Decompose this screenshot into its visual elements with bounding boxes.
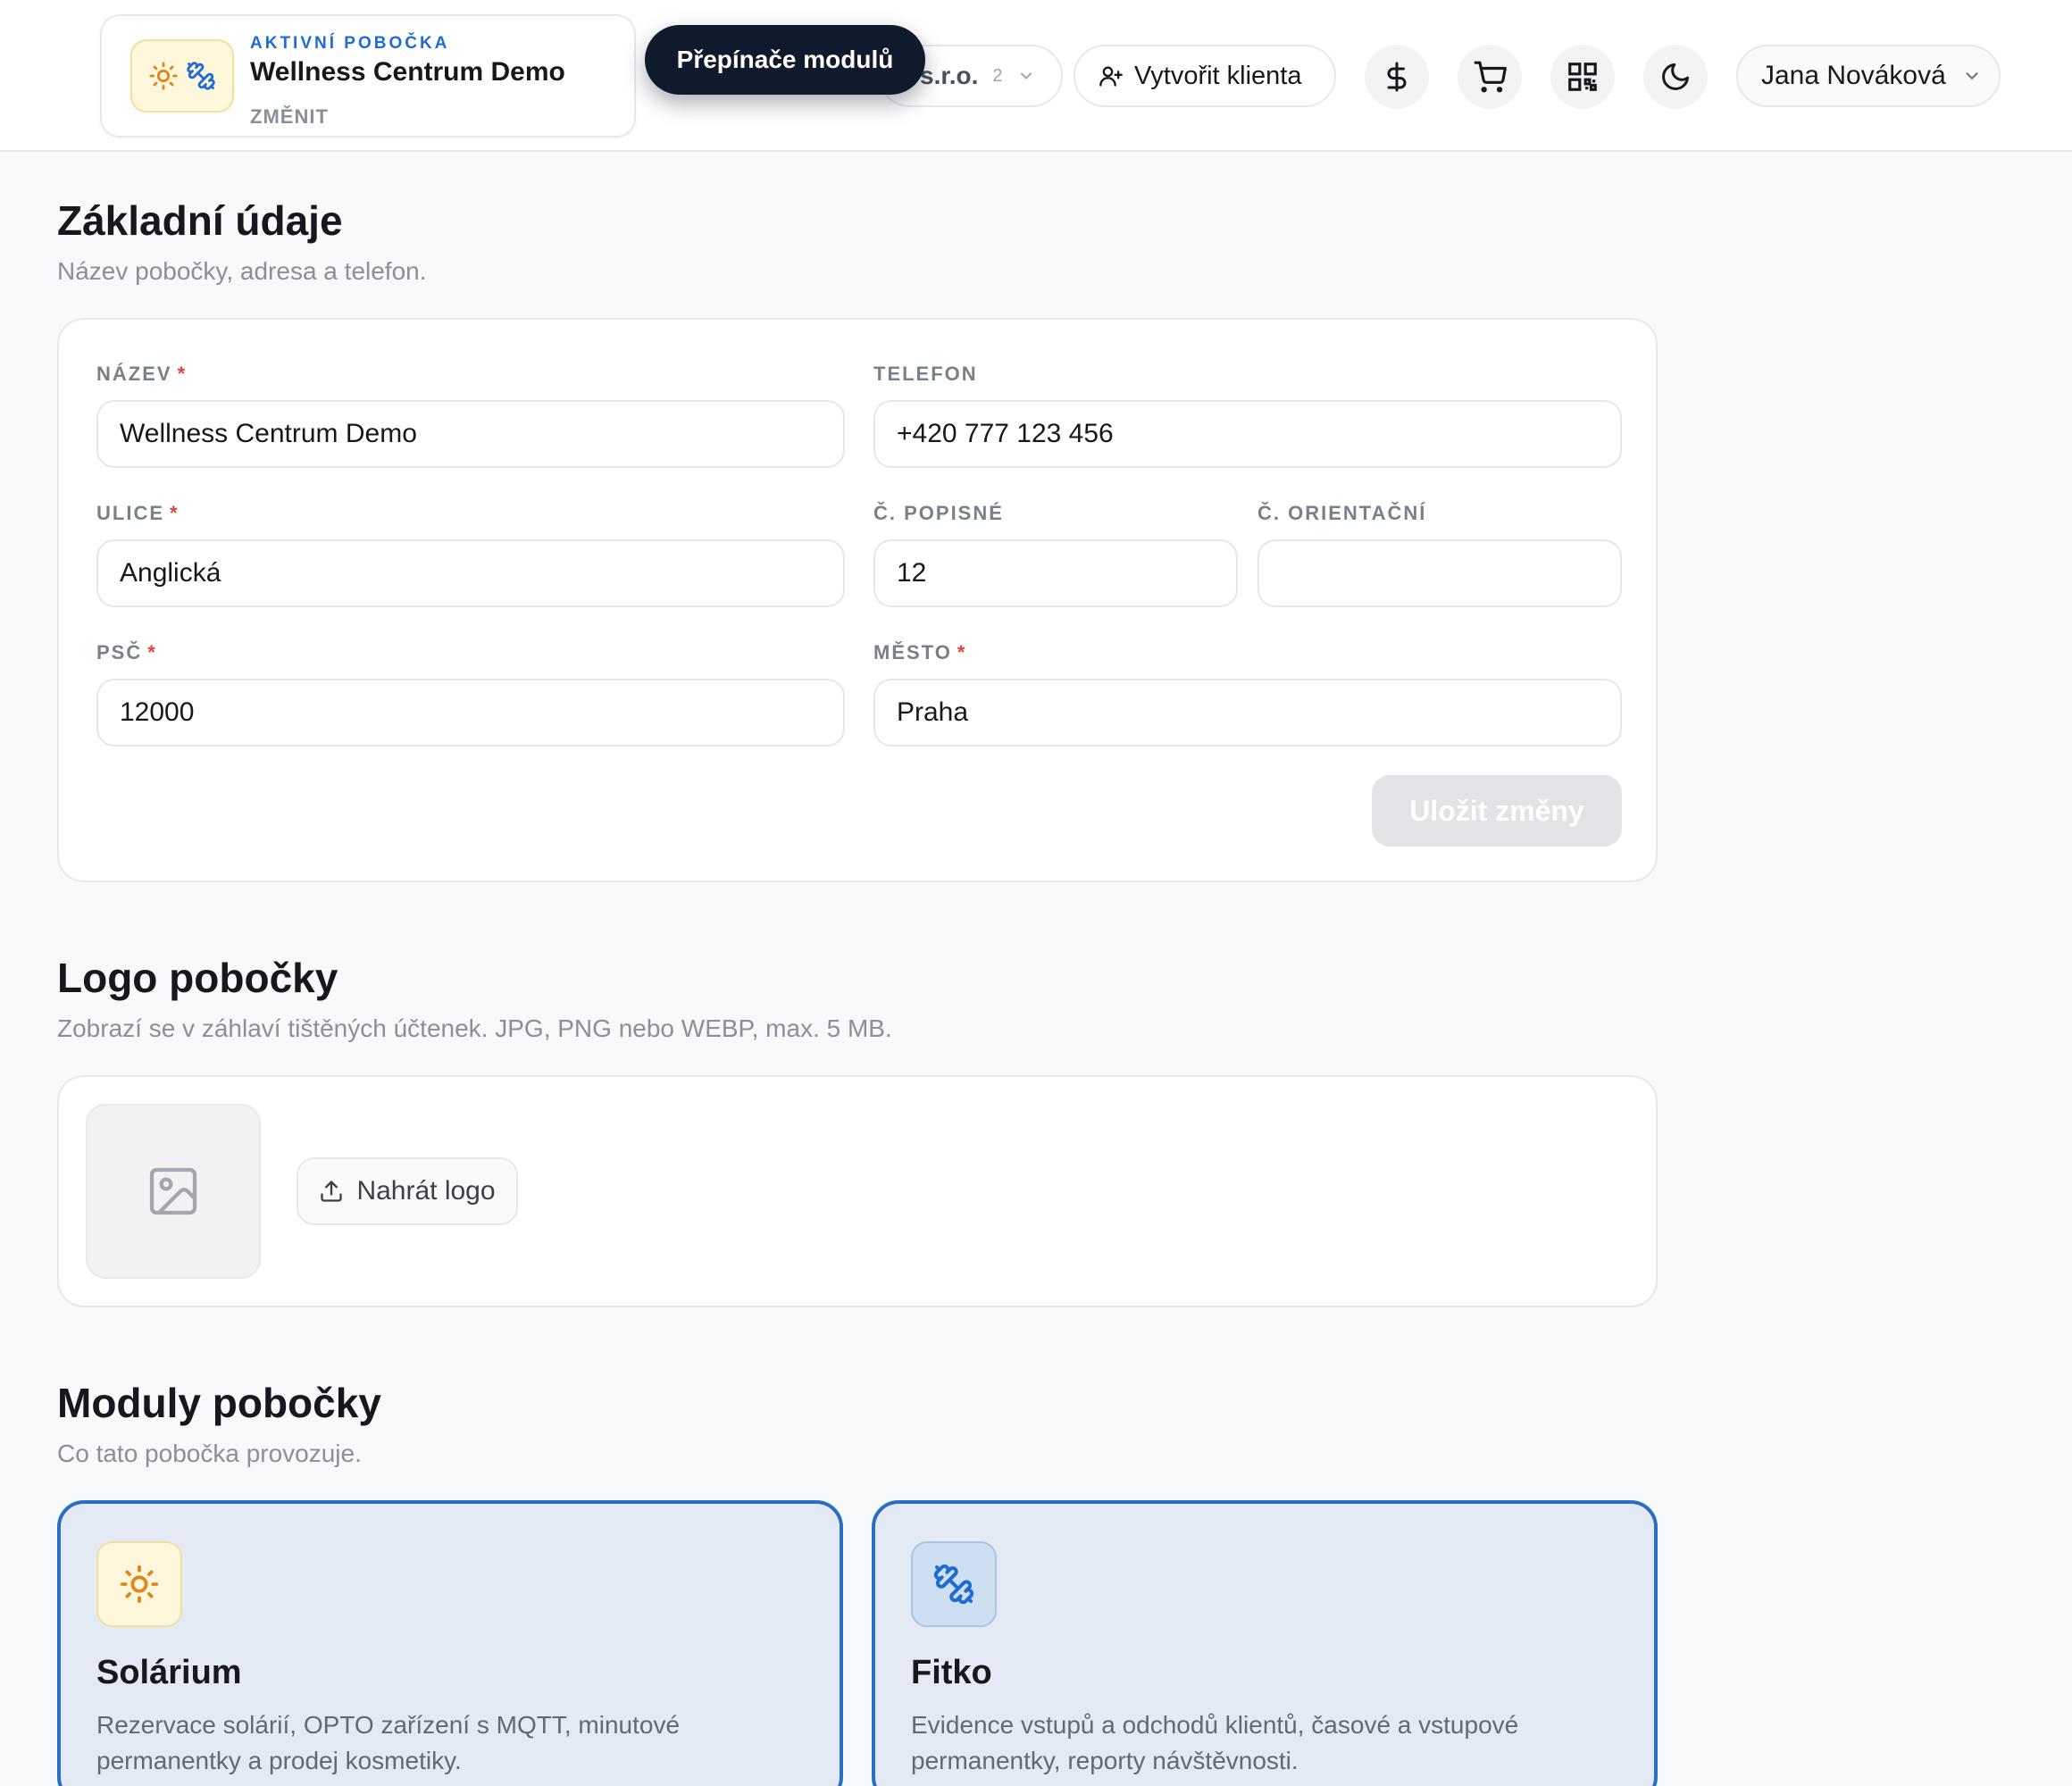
city-label: MĚSTO * [873,641,967,663]
basic-info-title: Základní údaje [57,197,343,244]
upload-logo-label: Nahrát logo [356,1176,496,1206]
moon-icon [1662,63,1689,90]
module-icon-box [96,1541,182,1627]
logo-card: Nahrát logo [57,1075,1658,1307]
phone-input[interactable] [873,400,1622,468]
logo-section-title: Logo pobočky [57,955,338,1001]
street-input[interactable] [96,539,845,607]
module-title: Solárium [96,1654,242,1691]
house-number-input[interactable] [873,539,1238,607]
zip-label: PSČ * [96,641,157,663]
change-branch-link[interactable]: ZMĚNIT [250,105,329,129]
active-branch-kicker: AKTIVNÍ POBOČKA [250,34,450,53]
cart-icon [1474,61,1507,93]
image-placeholder-icon [149,1167,197,1215]
active-branch-card[interactable]: AKTIVNÍ POBOČKA Wellness Centrum Demo ZM… [100,14,636,138]
branch-module-icons [130,39,234,113]
dumbbell-icon [187,62,215,90]
logo-section-subtitle: Zobrazí se v záhlaví tištěných účtenek. … [57,1014,892,1042]
dumbbell-icon [933,1564,974,1605]
name-label: NÁZEV * [96,363,188,385]
module-description: Rezervace solárií, OPTO zařízení s MQTT,… [96,1711,681,1774]
module-card-solarium[interactable]: Solárium Rezervace solárií, OPTO zařízen… [57,1500,843,1786]
module-description: Evidence vstupů a odchodů klientů, časov… [911,1711,1519,1774]
modules-section-subtitle: Co tato pobočka provozuje. [57,1440,362,1467]
user-name: Jana Nováková [1761,61,1946,90]
module-title: Fitko [911,1654,992,1691]
upload-logo-button[interactable]: Nahrát logo [297,1157,518,1225]
logo-preview [86,1104,261,1279]
create-client-label: Vytvořit klienta [1134,61,1302,90]
upload-icon [321,1181,343,1202]
sun-icon [120,1565,159,1604]
module-card-fitko[interactable]: Fitko Evidence vstupů a odchodů klientů,… [872,1500,1658,1786]
orientation-number-label: Č. ORIENTAČNÍ [1257,502,1427,524]
orientation-number-input[interactable] [1257,539,1622,607]
basic-info-subtitle: Název pobočky, adresa a telefon. [57,257,427,285]
city-input[interactable] [873,679,1622,747]
save-changes-button[interactable]: Uložit změny [1372,775,1622,847]
house-number-label: Č. POPISNÉ [873,502,1004,524]
chevron-down-icon [1020,72,1032,79]
modules-section-title: Moduly pobočky [57,1380,381,1426]
zip-input[interactable] [96,679,845,747]
active-branch-name: Wellness Centrum Demo [250,57,565,87]
module-switcher-tooltip: Přepínače modulů [645,25,925,95]
company-count: 2 [992,65,1003,86]
user-menu[interactable]: Jana Nováková [1736,45,2001,107]
phone-label: TELEFON [873,363,978,385]
create-client-button[interactable]: Vytvořit klienta [1074,45,1336,107]
dark-mode-toggle[interactable] [1643,45,1708,109]
dollar-icon [1387,62,1407,92]
qr-button[interactable] [1550,45,1615,109]
module-icon-box [911,1541,997,1627]
branch-name-input[interactable] [96,400,845,468]
sun-icon [149,62,178,90]
company-name: s.r.o. [920,62,979,89]
cart-button[interactable] [1458,45,1522,109]
chevron-down-icon [1966,72,1978,80]
cash-button[interactable] [1365,45,1429,109]
basic-info-card: NÁZEV* TELEFON ULICE* Č. POPISNÉ Č. ORIE… [57,318,1658,882]
street-label: ULICE * [96,502,180,524]
top-bar: AKTIVNÍ POBOČKA Wellness Centrum Demo ZM… [0,0,2072,152]
user-plus-icon [1099,66,1123,87]
qr-code-icon [1568,63,1597,91]
